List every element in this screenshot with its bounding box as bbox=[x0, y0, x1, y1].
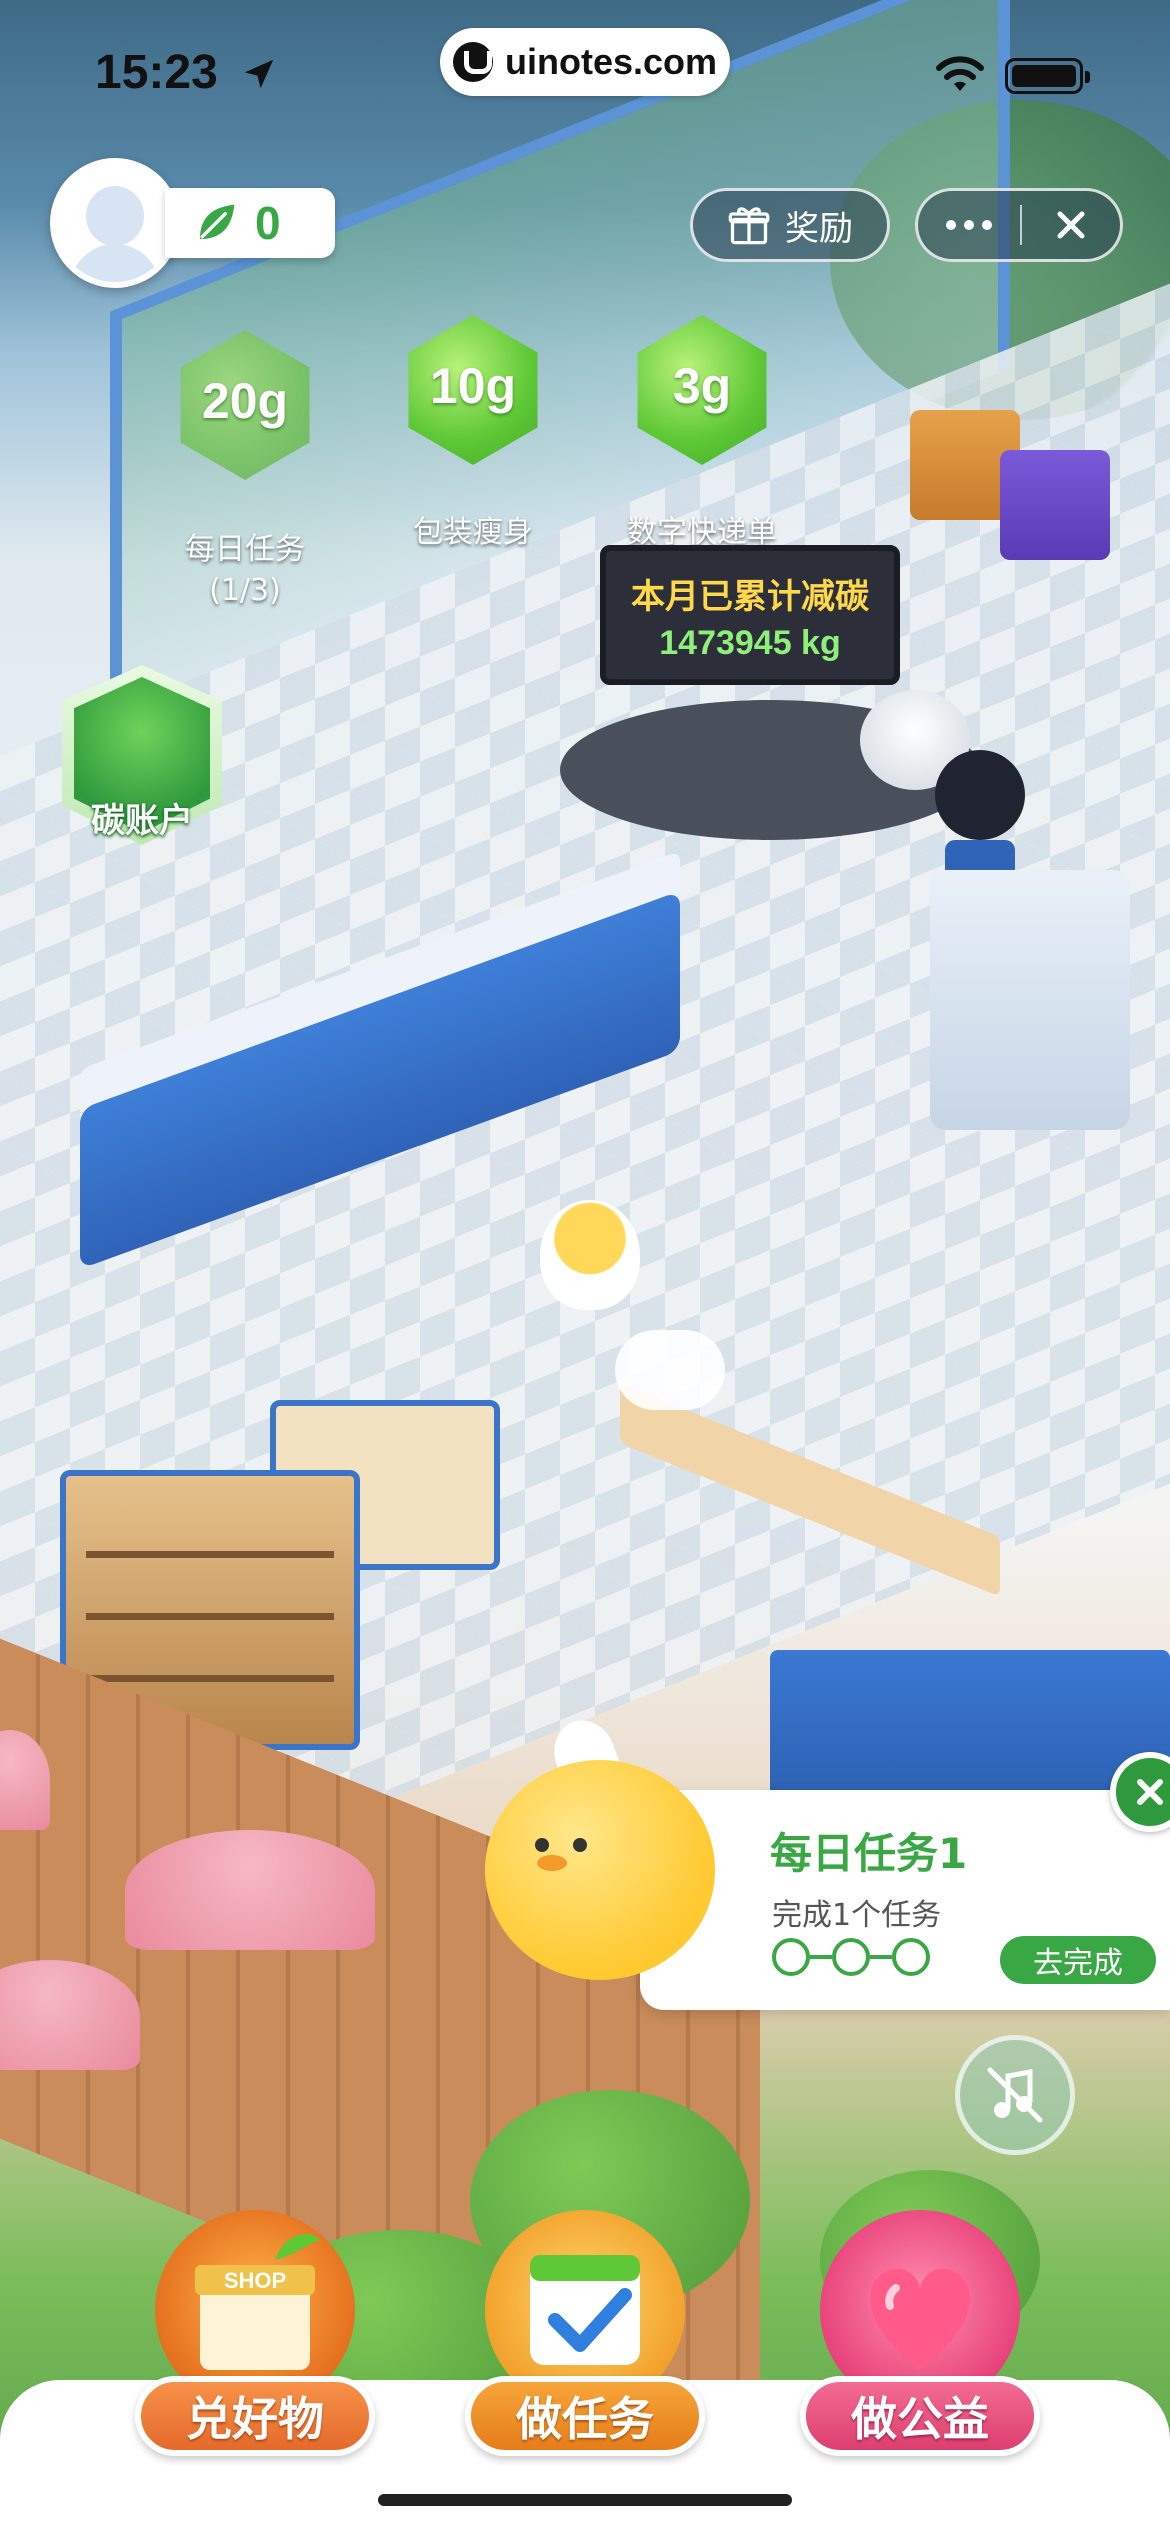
mini-program-capsule bbox=[915, 188, 1123, 262]
carbon-reduction-board: 本月已累计减碳 1473945 kg bbox=[600, 545, 900, 685]
close-button[interactable] bbox=[1022, 191, 1120, 259]
carbon-bubble-digital-waybill[interactable]: 3g bbox=[627, 315, 777, 465]
home-indicator bbox=[378, 2494, 792, 2506]
nav-do-tasks-label: 做任务 bbox=[465, 2376, 705, 2456]
reward-button[interactable]: 奖励 bbox=[690, 188, 890, 262]
carbon-bubble-packaging[interactable]: 10g bbox=[398, 315, 548, 465]
music-toggle-button[interactable] bbox=[955, 2035, 1075, 2155]
status-time: 15:23 bbox=[95, 46, 218, 99]
chick-mascot bbox=[475, 1711, 725, 1990]
more-button[interactable] bbox=[918, 191, 1020, 259]
recycle-bin-purple bbox=[1000, 450, 1110, 560]
music-off-icon bbox=[987, 2067, 1043, 2123]
task-title: 每日任务1 bbox=[770, 1829, 968, 1878]
hatching-chick[interactable] bbox=[540, 1200, 640, 1310]
carbon-account-label: 碳账户 bbox=[91, 801, 193, 841]
progress-step bbox=[892, 1938, 930, 1976]
bubble-label-daily-task: 每日任务 (1/3) bbox=[185, 532, 305, 608]
status-bar: 15:23 uinotes.com bbox=[0, 0, 1170, 150]
pointing-hand-icon bbox=[615, 1330, 725, 1410]
reward-label: 奖励 bbox=[785, 208, 853, 249]
bubble-amount: 10g bbox=[429, 358, 517, 414]
url-pill: uinotes.com bbox=[440, 28, 730, 96]
nav-do-tasks[interactable]: 做任务 bbox=[465, 2200, 705, 2470]
close-icon bbox=[1057, 211, 1085, 239]
nav-exchange-goods-label: 兑好物 bbox=[135, 2376, 375, 2456]
nav-charity-label: 做公益 bbox=[800, 2376, 1040, 2456]
go-complete-button[interactable]: 去完成 bbox=[1000, 1936, 1156, 1984]
carbon-account-button[interactable]: 碳账户 bbox=[62, 665, 222, 860]
location-arrow-icon bbox=[244, 59, 274, 89]
battery-icon bbox=[1005, 58, 1090, 94]
progress-step bbox=[832, 1938, 870, 1976]
url-text: uinotes.com bbox=[504, 41, 718, 82]
task-subtitle: 完成1个任务 bbox=[772, 1898, 942, 1933]
gift-icon bbox=[728, 207, 770, 245]
bubble-label-packaging: 包装瘦身 bbox=[413, 515, 533, 550]
more-dots-icon bbox=[945, 220, 956, 230]
user-avatar[interactable] bbox=[50, 158, 180, 288]
uinotes-logo-icon bbox=[452, 42, 493, 82]
nav-charity[interactable]: 做公益 bbox=[800, 2200, 1040, 2470]
parcel-kiosk bbox=[930, 870, 1130, 1130]
task-progress bbox=[772, 1938, 930, 1976]
leaf-icon bbox=[199, 204, 235, 240]
nav-exchange-goods[interactable]: SHOP 兑好物 bbox=[135, 2200, 375, 2470]
progress-step bbox=[772, 1938, 810, 1976]
board-value: 1473945 kg bbox=[659, 624, 841, 662]
shop-sign-text: SHOP bbox=[224, 2268, 286, 2293]
leaf-counter[interactable]: 0 bbox=[165, 188, 335, 258]
umbrella bbox=[125, 1830, 375, 1950]
wifi-icon bbox=[936, 56, 984, 91]
close-icon bbox=[1137, 1779, 1163, 1805]
bubble-amount: 20g bbox=[201, 373, 289, 429]
bubble-amount: 3g bbox=[672, 358, 732, 414]
leaf-count-value: 0 bbox=[255, 197, 281, 249]
board-title: 本月已累计减碳 bbox=[631, 577, 869, 617]
carbon-bubble-daily-task[interactable]: 20g bbox=[170, 330, 320, 480]
